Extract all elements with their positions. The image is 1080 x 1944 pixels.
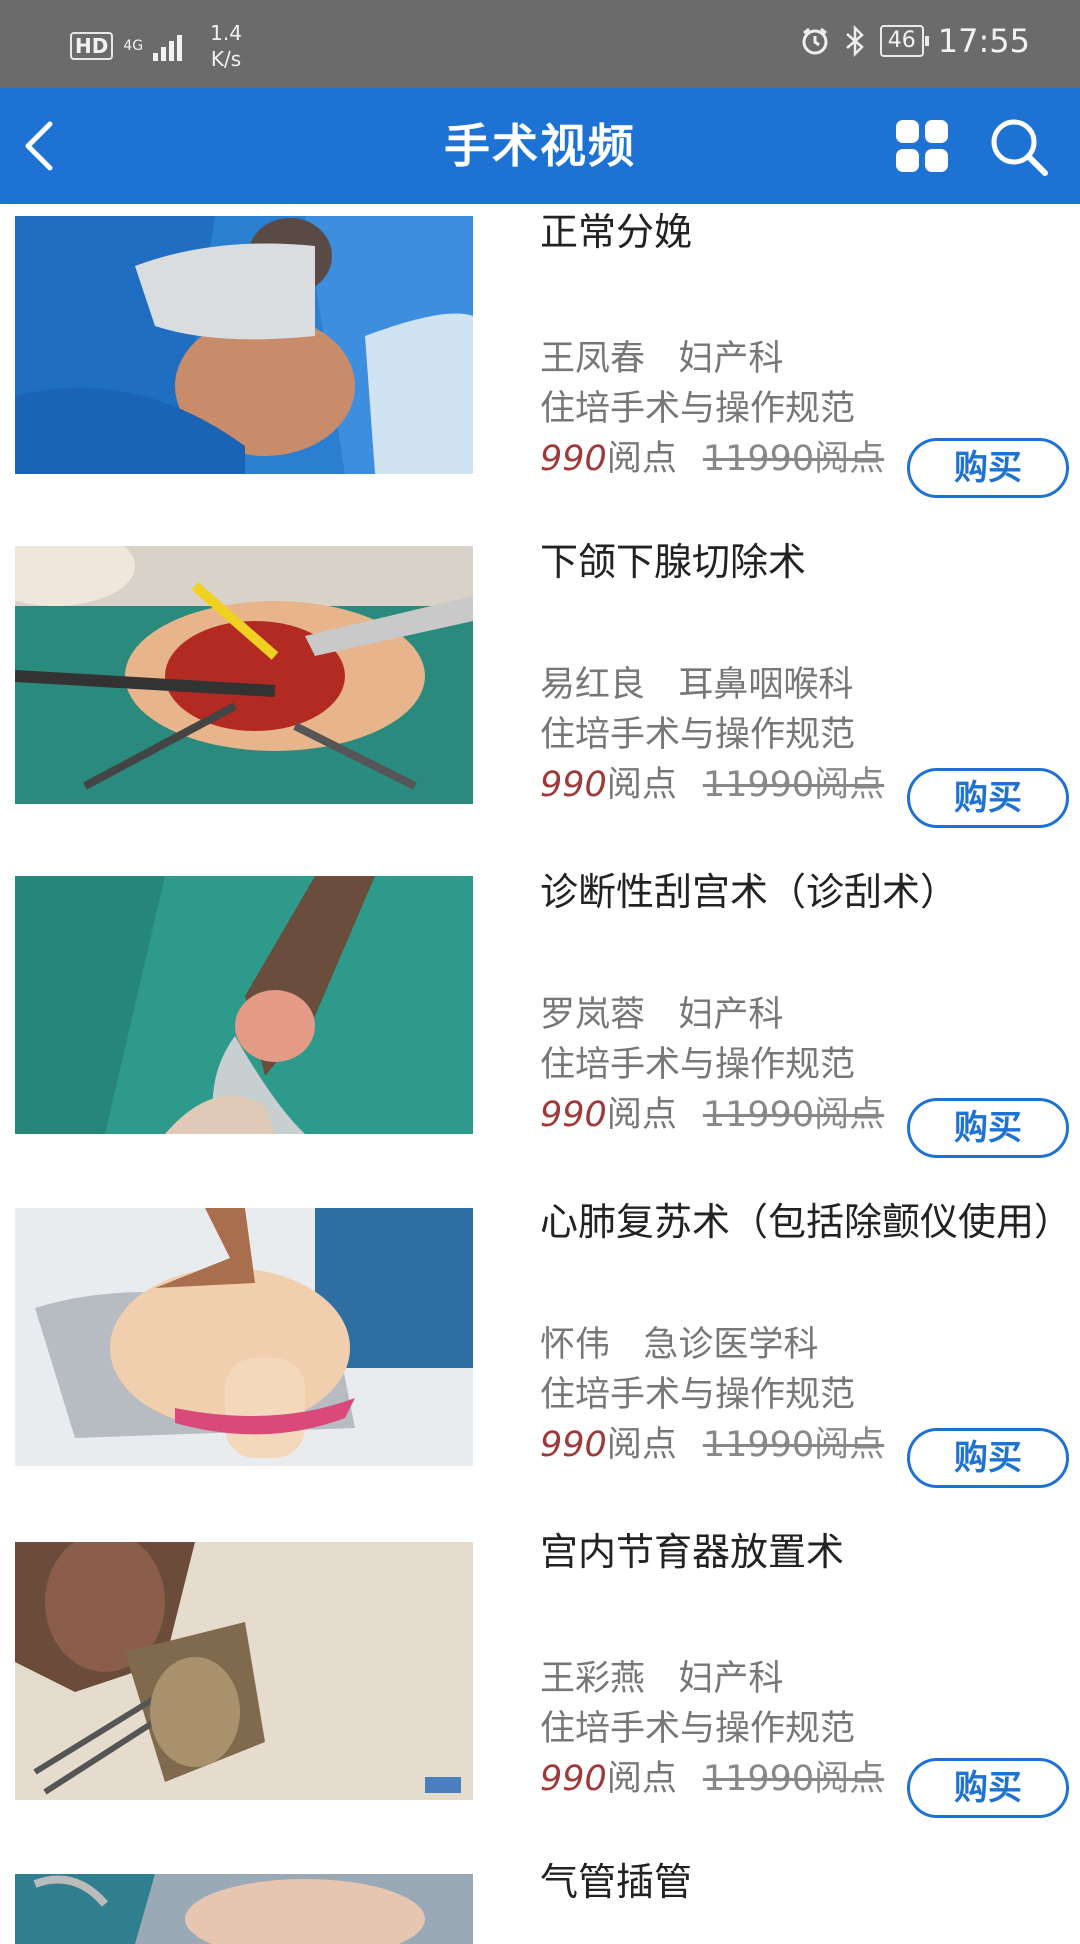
buy-button[interactable]: 购买 [907, 1758, 1069, 1818]
video-title[interactable]: 下颌下腺切除术 [540, 534, 1060, 590]
original-price: 11990阅点 [702, 1425, 885, 1465]
battery-icon: 46 [879, 25, 929, 57]
video-thumbnail[interactable] [15, 876, 473, 1134]
list-item[interactable]: 宫内节育器放置术 王彩燕 妇产科 住培手术与操作规范 990阅点 11990阅点 … [0, 1524, 1080, 1854]
video-title-text[interactable]: 心肺复苏术（包括除颤仪使用） [540, 1194, 1072, 1250]
video-title[interactable]: 诊断性刮宫术（诊刮术） [540, 864, 1060, 920]
status-left: HD 4G 1.4 K/s [70, 20, 242, 72]
price-line: 990阅点 11990阅点 [540, 760, 884, 810]
buy-button[interactable]: 购买 [907, 438, 1069, 498]
original-price: 11990阅点 [702, 765, 885, 805]
bluetooth-icon [845, 25, 864, 57]
video-title[interactable]: 气管插管 [540, 1854, 1060, 1910]
category-line: 住培手术与操作规范 [540, 1045, 856, 1085]
video-thumbnail[interactable] [15, 1208, 473, 1466]
author-line: 王彩燕 妇产科 [540, 1654, 783, 1704]
list-item[interactable]: 气管插管 [0, 1854, 1080, 1944]
author-name: 王凤春 [540, 339, 646, 379]
video-title[interactable]: 心肺复苏术（包括除颤仪使用） [540, 1194, 1072, 1250]
hd-badge: HD [70, 32, 114, 60]
video-thumbnail[interactable] [15, 546, 473, 804]
category-line: 住培手术与操作规范 [540, 389, 856, 429]
original-price: 11990阅点 [702, 1095, 885, 1135]
list-item[interactable]: 诊断性刮宫术（诊刮术） 罗岚蓉 妇产科 住培手术与操作规范 990阅点 11990… [0, 864, 1080, 1194]
price-unit: 阅点 [606, 765, 677, 805]
video-title[interactable]: 正常分娩 [540, 204, 1060, 260]
video-thumbnail[interactable] [15, 1874, 473, 1944]
net-speed: 1.4 K/s [210, 20, 242, 72]
category-line: 住培手术与操作规范 [540, 715, 856, 755]
author-line: 王凤春 妇产科 [540, 334, 783, 384]
video-title[interactable]: 宫内节育器放置术 [540, 1524, 1060, 1580]
price-line: 990阅点 11990阅点 [540, 434, 884, 484]
app-bar: 手术视频 [0, 88, 1080, 204]
net-speed-value: 1.4 [210, 21, 242, 45]
search-icon[interactable] [988, 116, 1050, 178]
sale-price: 990 [540, 439, 607, 479]
author-name: 罗岚蓉 [540, 995, 646, 1035]
video-title-text[interactable]: 宫内节育器放置术 [540, 1524, 1060, 1580]
sale-price: 990 [540, 765, 607, 805]
signal-icon [153, 31, 183, 61]
original-price: 11990阅点 [702, 439, 885, 479]
price-unit: 阅点 [606, 1095, 677, 1135]
department: 妇产科 [678, 1659, 784, 1699]
author-line: 易红良 耳鼻咽喉科 [540, 660, 853, 710]
department: 耳鼻咽喉科 [678, 665, 854, 705]
clock: 17:55 [937, 22, 1030, 60]
author-line: 罗岚蓉 妇产科 [540, 990, 783, 1040]
author-name: 王彩燕 [540, 1659, 646, 1699]
price-unit: 阅点 [606, 1425, 677, 1465]
alarm-icon [802, 27, 828, 55]
video-thumbnail[interactable] [15, 1542, 473, 1800]
department: 妇产科 [678, 339, 784, 379]
sale-price: 990 [540, 1759, 607, 1799]
author-name: 怀伟 [540, 1325, 611, 1365]
original-price: 11990阅点 [702, 1759, 885, 1799]
author-line: 怀伟 急诊医学科 [540, 1320, 818, 1370]
price-unit: 阅点 [606, 1759, 677, 1799]
price-line: 990阅点 11990阅点 [540, 1090, 884, 1140]
department: 急诊医学科 [643, 1325, 819, 1365]
list-item[interactable]: 正常分娩 王凤春 妇产科 住培手术与操作规范 990阅点 11990阅点 购买 [0, 204, 1080, 534]
video-title-text[interactable]: 下颌下腺切除术 [540, 534, 1060, 590]
status-right: 46 17:55 [800, 22, 1030, 60]
status-bar: HD 4G 1.4 K/s 46 17:55 [0, 0, 1080, 88]
department: 妇产科 [678, 995, 784, 1035]
sale-price: 990 [540, 1095, 607, 1135]
author-name: 易红良 [540, 665, 646, 705]
category-line: 住培手术与操作规范 [540, 1709, 856, 1749]
net-speed-unit: K/s [210, 47, 242, 71]
buy-button[interactable]: 购买 [907, 768, 1069, 828]
buy-button[interactable]: 购买 [907, 1098, 1069, 1158]
price-unit: 阅点 [606, 439, 677, 479]
video-thumbnail[interactable] [15, 216, 473, 474]
list-item[interactable]: 下颌下腺切除术 易红良 耳鼻咽喉科 住培手术与操作规范 990阅点 11990阅点… [0, 534, 1080, 864]
video-title-text[interactable]: 诊断性刮宫术（诊刮术） [540, 864, 1060, 920]
grid-icon[interactable] [894, 118, 950, 174]
buy-button[interactable]: 购买 [907, 1428, 1069, 1488]
sale-price: 990 [540, 1425, 607, 1465]
video-title-text[interactable]: 正常分娩 [540, 204, 1060, 260]
network-type: 4G [123, 38, 144, 54]
price-line: 990阅点 11990阅点 [540, 1420, 884, 1470]
video-title-text[interactable]: 气管插管 [540, 1854, 1060, 1910]
category-line: 住培手术与操作规范 [540, 1375, 856, 1415]
price-line: 990阅点 11990阅点 [540, 1754, 884, 1804]
list-item[interactable]: 心肺复苏术（包括除颤仪使用） 怀伟 急诊医学科 住培手术与操作规范 990阅点 1… [0, 1194, 1080, 1524]
